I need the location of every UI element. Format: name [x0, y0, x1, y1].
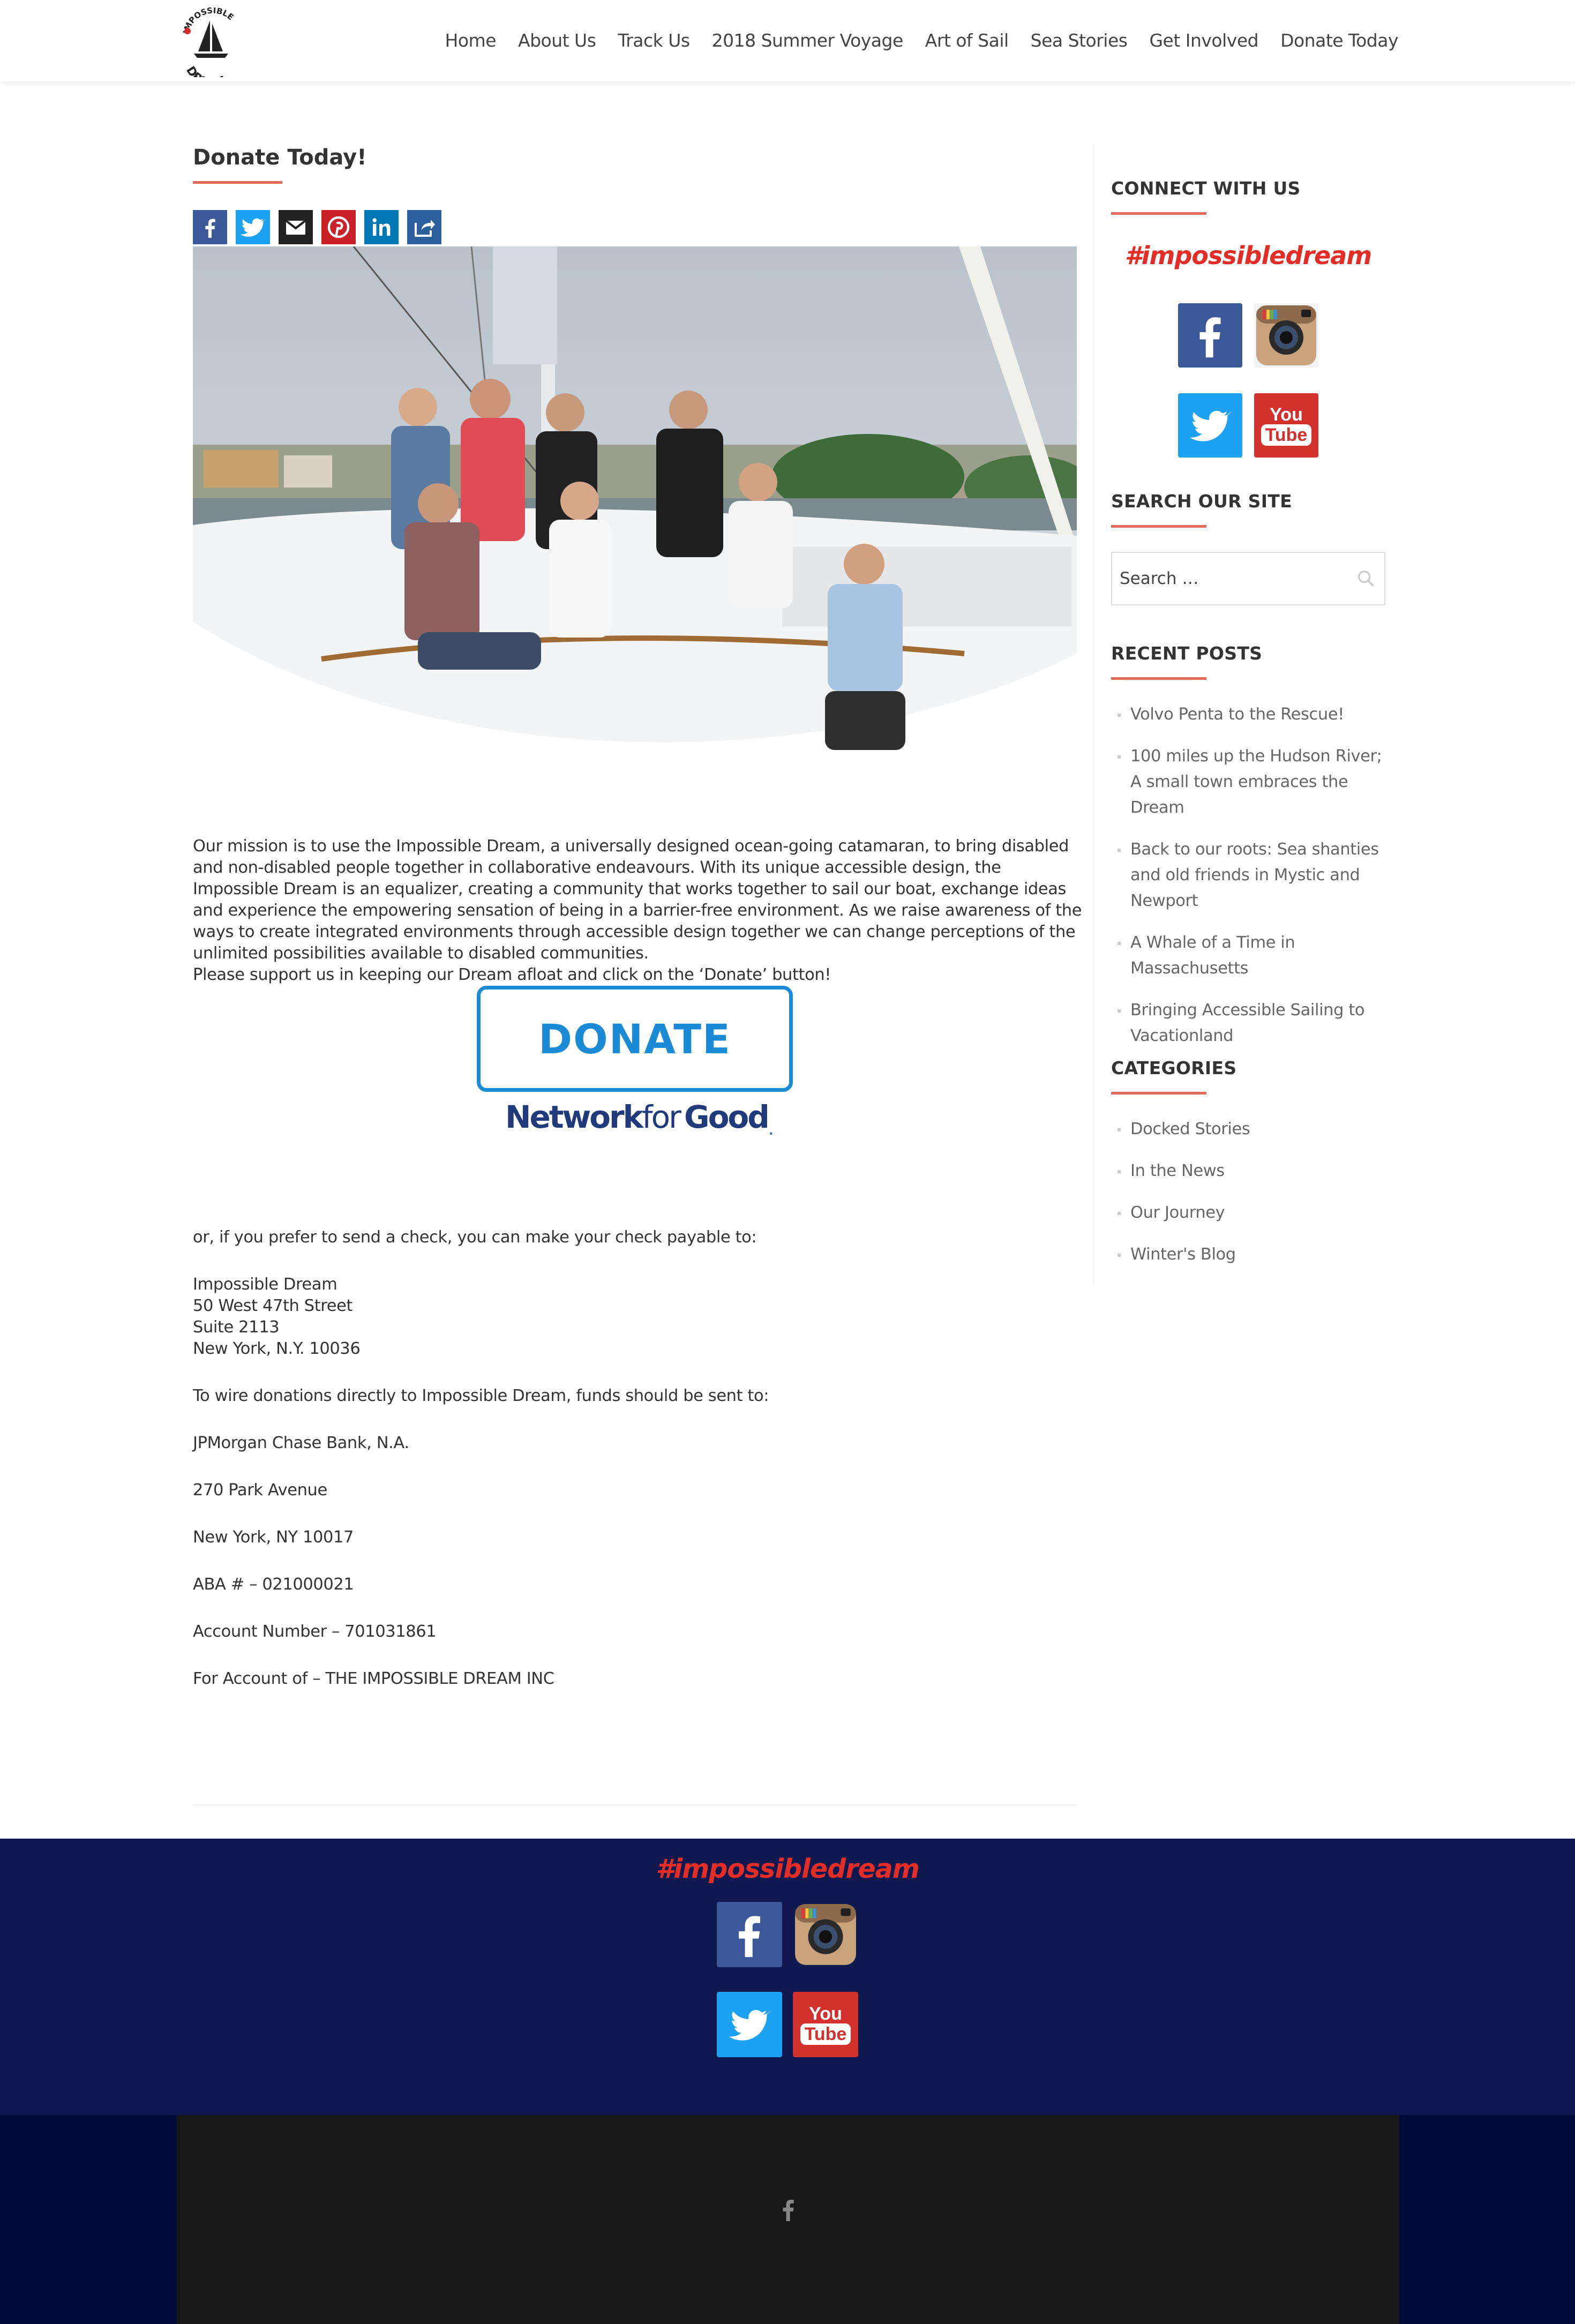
title-underline — [193, 181, 282, 184]
pinterest-share-icon[interactable] — [321, 210, 356, 244]
footer-inner — [177, 2115, 1399, 2324]
search-icon[interactable] — [1355, 568, 1377, 589]
nav-get-involved[interactable]: Get Involved — [1127, 30, 1258, 51]
crew-photo — [193, 246, 1077, 836]
category-item[interactable]: In the News — [1111, 1158, 1385, 1184]
address-line-4: New York, N.Y. 10036 — [193, 1339, 361, 1358]
nav-home[interactable]: Home — [423, 30, 497, 51]
nav-2018-summer-voyage[interactable]: 2018 Summer Voyage — [690, 30, 904, 51]
content-divider — [193, 1804, 1077, 1805]
donate-button[interactable]: DONATE — [477, 986, 793, 1092]
instagram-icon[interactable] — [1254, 303, 1318, 368]
bank-city: New York, NY 10017 — [193, 1528, 354, 1547]
youtube-you: You — [809, 2004, 842, 2024]
recent-post-item[interactable]: Volvo Penta to the Rescue! — [1111, 702, 1385, 728]
youtube-icon[interactable]: You Tube — [1254, 393, 1318, 458]
recent-post-item[interactable]: 100 miles up the Hudson River; A small t… — [1111, 744, 1385, 821]
sidebar-social-icons: You Tube — [1111, 303, 1385, 458]
twitter-icon[interactable] — [717, 1992, 782, 2057]
recent-posts-title: RECENT POSTS — [1111, 643, 1263, 664]
support-paragraph: Please support us in keeping our Dream a… — [193, 965, 831, 984]
network-for-good-logo[interactable]: Network for Good . — [505, 1088, 774, 1146]
main-nav: Home About Us Track Us 2018 Summer Voyag… — [423, 0, 1399, 80]
connect-underline — [1111, 212, 1206, 215]
twitter-icon[interactable] — [1178, 393, 1242, 458]
nfg-good: Good — [684, 1099, 770, 1135]
facebook-share-icon[interactable] — [193, 210, 227, 244]
check-intro: or, if you prefer to send a check, you c… — [193, 1228, 757, 1247]
sidebar: CONNECT WITH US #impossibledream You Tub… — [1093, 145, 1393, 1286]
search-underline — [1111, 525, 1206, 528]
category-item[interactable]: Our Journey — [1111, 1200, 1385, 1226]
mission-paragraph: Our mission is to use the Impossible Dre… — [193, 837, 1082, 963]
nav-about-us[interactable]: About Us — [496, 30, 596, 51]
categories-underline — [1111, 1092, 1206, 1094]
account-holder: For Account of – THE IMPOSSIBLE DREAM IN… — [193, 1669, 554, 1688]
categories-title: CATEGORIES — [1111, 1058, 1237, 1078]
donation-info: or, if you prefer to send a check, you c… — [193, 1227, 1077, 1690]
category-item[interactable]: Docked Stories — [1111, 1116, 1385, 1142]
search-input[interactable] — [1120, 569, 1345, 588]
youtube-tube: Tube — [1261, 424, 1312, 446]
site-footer — [0, 2115, 1575, 2324]
search-title: SEARCH OUR SITE — [1111, 491, 1292, 512]
nav-sea-stories[interactable]: Sea Stories — [1009, 30, 1128, 51]
connect-title: CONNECT WITH US — [1111, 178, 1301, 199]
email-share-icon[interactable] — [279, 210, 313, 244]
bank-street: 270 Park Avenue — [193, 1481, 327, 1500]
bank-name: JPMorgan Chase Bank, N.A. — [193, 1434, 409, 1452]
svg-text:DREAM: DREAM — [183, 64, 228, 77]
page-title: Donate Today! — [193, 145, 367, 170]
twitter-share-icon[interactable] — [236, 210, 270, 244]
mission-text: Our mission is to use the Impossible Dre… — [193, 836, 1082, 986]
footer-social-icons: You Tube — [0, 1902, 1575, 2057]
facebook-icon[interactable] — [1178, 303, 1242, 368]
logo-text-bottom: DREAM — [183, 64, 228, 77]
nav-track-us[interactable]: Track Us — [596, 30, 690, 51]
instagram-icon[interactable] — [793, 1902, 858, 1967]
nav-art-of-sail[interactable]: Art of Sail — [903, 30, 1009, 51]
share-buttons — [193, 210, 441, 244]
account-number: Account Number – 701031861 — [193, 1622, 437, 1641]
recent-post-item[interactable]: A Whale of a Time in Massachusetts — [1111, 930, 1385, 981]
youtube-icon[interactable]: You Tube — [793, 1992, 858, 2057]
categories-list: Docked Stories In the News Our Journey W… — [1111, 1116, 1385, 1268]
wire-intro: To wire donations directly to Impossible… — [193, 1386, 769, 1405]
recent-post-item[interactable]: Back to our roots: Sea shanties and old … — [1111, 837, 1385, 914]
impossible-dream-logo[interactable]: IMPOSSIBLE DREAM — [177, 8, 246, 77]
address-line-3: Suite 2113 — [193, 1318, 280, 1337]
recent-posts-underline — [1111, 677, 1206, 680]
footer-facebook-icon[interactable] — [781, 2200, 795, 2221]
address-line-2: 50 West 47th Street — [193, 1296, 353, 1315]
sidebar-hashtag[interactable]: #impossibledream — [1111, 241, 1385, 270]
address-line-1: Impossible Dream — [193, 1275, 338, 1294]
linkedin-share-icon[interactable] — [364, 210, 399, 244]
facebook-icon[interactable] — [717, 1902, 782, 1967]
main-content: Donate Today! Our mission is to use the … — [193, 145, 1082, 1688]
site-header: IMPOSSIBLE DREAM Home About Us Track Us … — [0, 0, 1575, 81]
search-box — [1111, 552, 1385, 605]
donate-button-label: DONATE — [538, 1015, 731, 1063]
recent-posts-list: Volvo Penta to the Rescue! 100 miles up … — [1111, 702, 1385, 1049]
share-more-icon[interactable] — [407, 210, 441, 244]
youtube-tube: Tube — [800, 2023, 851, 2045]
nav-donate-today[interactable]: Donate Today — [1258, 30, 1398, 51]
nfg-dot: . — [768, 1116, 774, 1139]
aba-number: ABA # – 021000021 — [193, 1575, 354, 1594]
nfg-for: for — [642, 1099, 681, 1135]
footer-hashtag[interactable]: #impossibledream — [0, 1854, 1575, 1884]
category-item[interactable]: Winter's Blog — [1111, 1242, 1385, 1268]
nfg-network: Network — [505, 1099, 643, 1135]
youtube-you: You — [1270, 404, 1303, 425]
recent-post-item[interactable]: Bringing Accessible Sailing to Vacationl… — [1111, 998, 1385, 1049]
footer-social-band: #impossibledream You Tube — [0, 1839, 1575, 2115]
